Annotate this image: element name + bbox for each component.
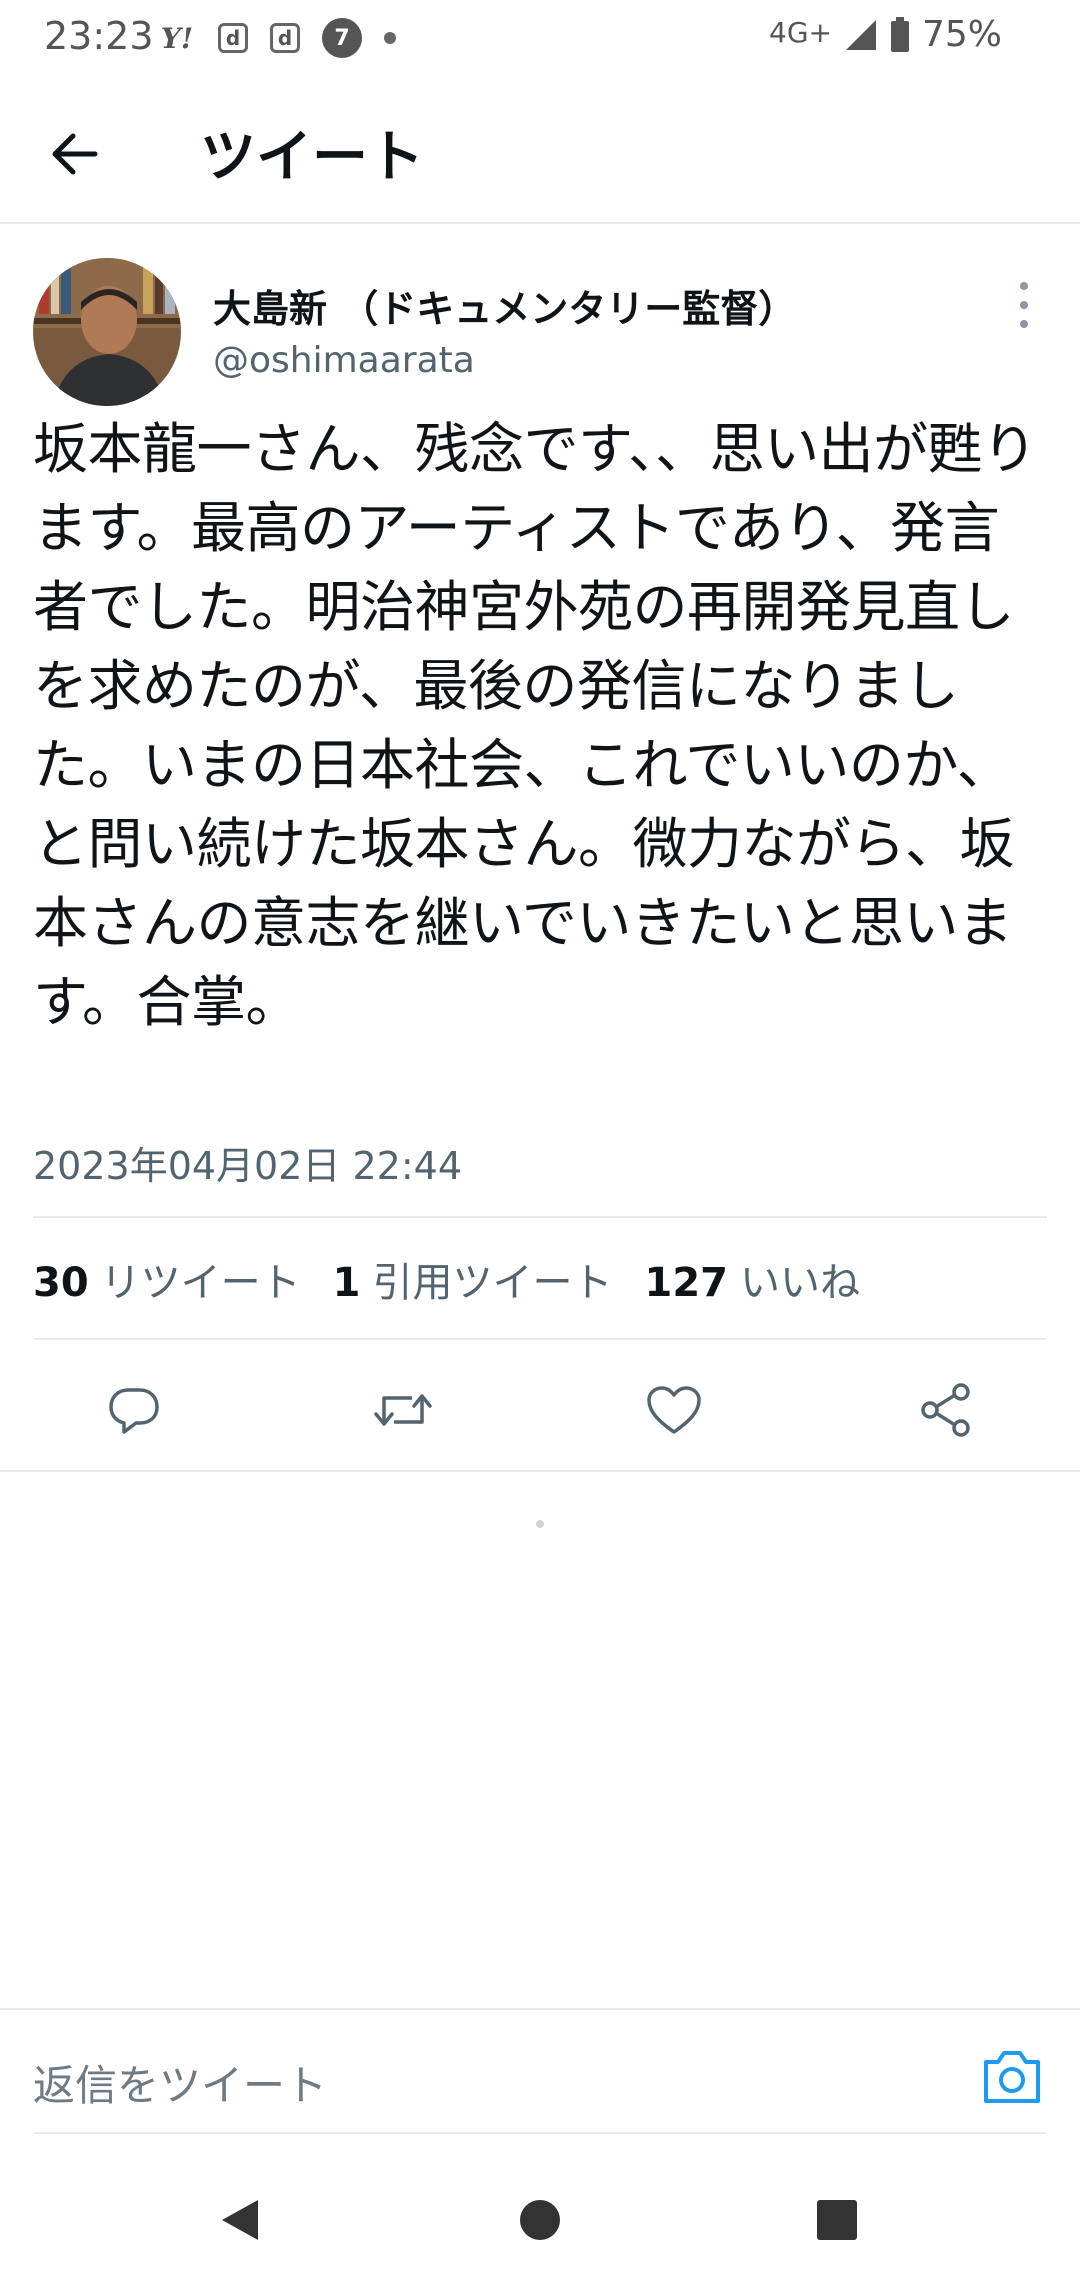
more-options-button[interactable] [1014,282,1034,328]
like-button[interactable] [634,1370,714,1450]
retweet-label: リツイート [100,1260,301,1306]
reply-input[interactable]: 返信をツイート [33,2052,327,2113]
status-time: 23:23 [44,14,154,58]
back-button[interactable] [34,114,114,194]
triangle-back-icon [222,2200,258,2240]
yahoo-icon: Y! [160,21,194,55]
camera-button[interactable] [980,2048,1044,2106]
divider [0,1470,1080,1472]
tweet-stats: 30 リツイート 1 引用ツイート 127 いいね [33,1250,892,1308]
divider [33,1338,1047,1340]
more-dot [1020,282,1028,290]
retweet-icon [374,1394,432,1426]
more-dot [1020,301,1028,309]
battery-icon [890,16,909,52]
avatar-image [33,258,181,406]
camera-icon [984,2051,1040,2103]
nav-home-button[interactable] [510,2190,570,2250]
network-label: 4G+ [769,16,832,49]
quote-stat[interactable]: 1 引用ツイート [333,1250,613,1308]
notification-icons: Y! d d 7 [158,18,396,58]
like-count: 127 [644,1260,729,1306]
reply-underline [33,2132,1047,2134]
status-indicators: 4G+ 75% [769,14,1002,55]
square-recents-icon [817,2200,857,2240]
dot-icon [384,32,396,44]
arrow-left-icon [52,133,98,175]
share-button[interactable] [906,1370,986,1450]
reply-icon [109,1388,159,1434]
circle-home-icon [520,2200,560,2240]
nav-recents-button[interactable] [807,2190,867,2250]
page-title: ツイート [200,125,424,190]
reply-composer: 返信をツイート [0,2008,1080,2134]
like-stat[interactable]: 127 いいね [645,1250,861,1308]
retweet-count: 30 [33,1260,89,1306]
battery-percent: 75% [921,14,1002,55]
quote-count: 1 [332,1260,361,1306]
heart-icon [647,1386,701,1434]
signal-icon [845,19,876,50]
like-label: いいね [740,1260,861,1306]
avatar[interactable] [33,258,181,406]
nav-back-button[interactable] [210,2190,270,2250]
tweet-actions [0,1370,1080,1450]
more-dot [1020,320,1028,328]
divider [33,1216,1047,1218]
loading-indicator [536,1520,544,1528]
d-app-icon: d [270,23,300,53]
retweet-button[interactable] [363,1370,443,1450]
status-bar: 23:23 Y! d d 7 4G+ 75% [0,0,1080,74]
user-handle[interactable]: @oshimaarata [213,340,475,381]
d-app-icon: d [218,23,248,53]
seven-eleven-icon: 7 [322,18,362,58]
quote-label: 引用ツイート [372,1260,613,1306]
tweet-timestamp[interactable]: 2023年04月02日 22:44 [33,1135,462,1190]
display-name[interactable]: 大島新 （ドキュメンタリー監督） [213,278,796,333]
reply-button[interactable] [94,1370,174,1450]
app-header: ツイート [0,74,1080,224]
retweet-stat[interactable]: 30 リツイート [33,1250,301,1308]
share-icon [921,1383,970,1437]
system-nav-bar [0,2160,1080,2280]
tweet-text: 坂本龍一さん、残念です、、思い出が甦ります。最高のアーティストであり、発言者でし… [33,417,1037,1034]
